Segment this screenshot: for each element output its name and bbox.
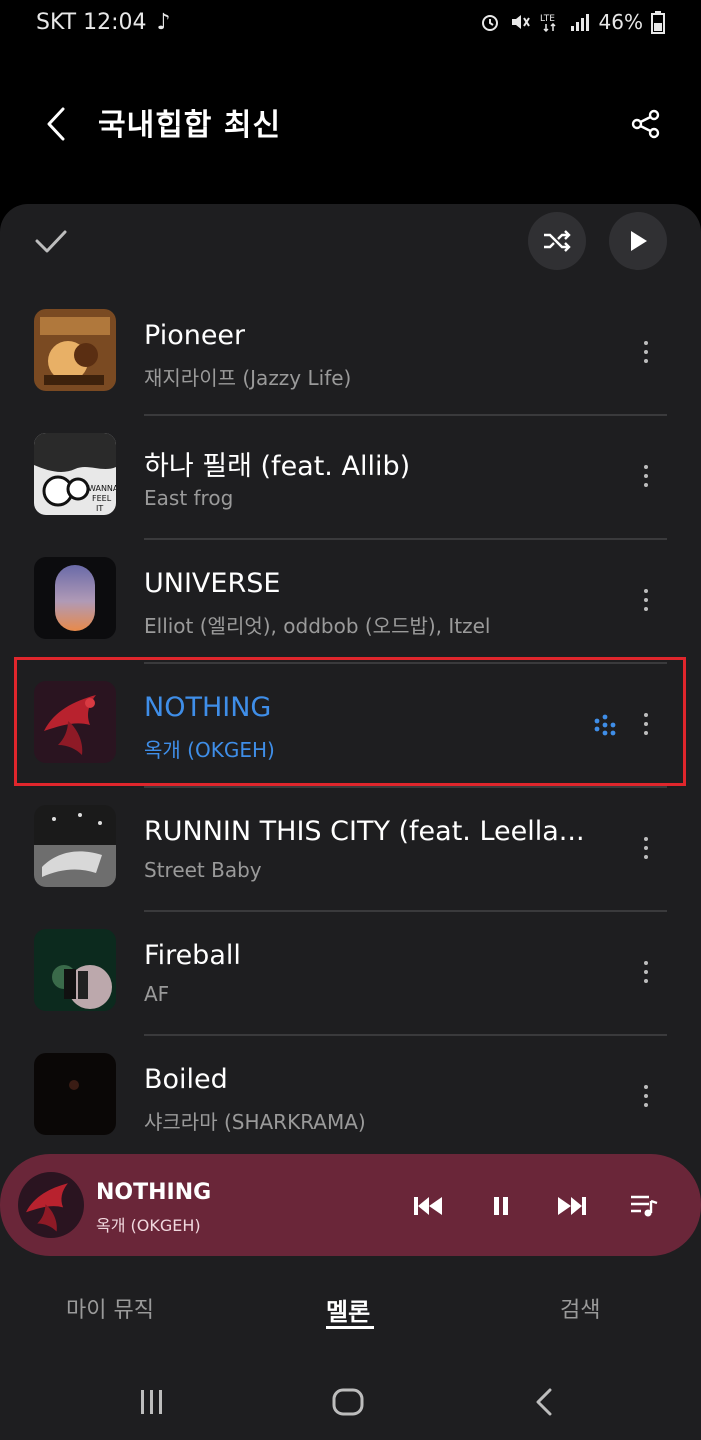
home-button[interactable] xyxy=(326,1380,370,1424)
tab-my-music[interactable]: 마이 뮤직 xyxy=(66,1292,154,1324)
album-art xyxy=(34,557,116,639)
signal-icon xyxy=(570,14,589,31)
more-options-button[interactable] xyxy=(632,952,660,992)
panel-toolbar xyxy=(0,204,701,284)
mute-icon xyxy=(511,15,530,29)
song-list: Pioneer 재지라이프 (Jazzy Life) WANNA FEEL IT 하… xyxy=(0,292,701,1160)
recent-apps-icon xyxy=(141,1390,162,1414)
shuffle-button[interactable] xyxy=(528,212,586,270)
song-item-pioneer[interactable]: Pioneer 재지라이프 (Jazzy Life) xyxy=(0,292,701,416)
song-artist: 샤크라마 (SHARKRAMA) xyxy=(144,1110,366,1134)
svg-text:IT: IT xyxy=(96,504,103,513)
share-icon xyxy=(631,109,660,139)
now-playing-icon xyxy=(594,714,616,736)
more-options-button[interactable] xyxy=(632,828,660,868)
alarm-icon xyxy=(481,15,498,31)
tab-search[interactable]: 검색 xyxy=(560,1292,600,1324)
song-title: Boiled xyxy=(144,1064,228,1095)
back-nav-button[interactable] xyxy=(522,1380,566,1424)
song-artist: East frog xyxy=(144,486,234,510)
song-title: NOTHING xyxy=(144,692,272,723)
pause-icon xyxy=(494,1197,508,1215)
check-icon xyxy=(35,230,67,253)
song-artist: Elliot (엘리엇), oddbob (오드밥), Itzel xyxy=(144,614,491,638)
svg-text:LTE: LTE xyxy=(540,14,555,24)
battery-level: 46% xyxy=(598,10,643,34)
album-art xyxy=(34,929,116,1011)
pause-button[interactable] xyxy=(481,1186,521,1226)
album-art xyxy=(34,681,116,763)
share-button[interactable] xyxy=(626,104,666,144)
shuffle-icon xyxy=(544,230,571,252)
playlist-queue-button[interactable] xyxy=(624,1186,664,1226)
more-options-button[interactable] xyxy=(632,704,660,744)
page-title: 국내힙합 최신 xyxy=(98,108,282,143)
song-title: UNIVERSE xyxy=(144,568,281,599)
mini-player-artist: 옥개 (OKGEH) xyxy=(96,1216,201,1235)
home-icon xyxy=(332,1388,364,1416)
album-art xyxy=(34,309,116,391)
song-artist: Street Baby xyxy=(144,858,262,882)
mini-player-album-art xyxy=(18,1172,84,1238)
svg-text:FEEL: FEEL xyxy=(92,494,112,503)
next-button[interactable] xyxy=(552,1186,592,1226)
song-artist: 재지라이프 (Jazzy Life) xyxy=(144,366,352,390)
album-art xyxy=(34,805,116,887)
tab-melon[interactable]: 멜론 xyxy=(326,1292,370,1327)
select-all-button[interactable] xyxy=(30,220,72,262)
album-art xyxy=(34,1053,116,1135)
song-title: 하나 필래 (feat. Allib) xyxy=(144,451,411,482)
skip-previous-icon xyxy=(414,1197,442,1215)
status-bar: SKT 12:04 ♪ LTE 46% xyxy=(0,0,701,44)
previous-button[interactable] xyxy=(408,1186,448,1226)
song-item-universe[interactable]: UNIVERSE Elliot (엘리엇), oddbob (오드밥), Itz… xyxy=(0,540,701,664)
music-note-icon: ♪ xyxy=(156,9,171,35)
play-icon xyxy=(631,231,647,251)
song-item-hana-pillae[interactable]: WANNA FEEL IT 하나 필래 (feat. Allib) East fro… xyxy=(0,416,701,540)
back-icon xyxy=(536,1388,552,1416)
more-options-button[interactable] xyxy=(632,1076,660,1116)
song-title: RUNNIN THIS CITY (feat. Leella... xyxy=(144,816,585,847)
play-all-button[interactable] xyxy=(609,212,667,270)
song-artist: 옥개 (OKGEH) xyxy=(144,738,275,762)
active-tab-indicator xyxy=(326,1326,374,1329)
carrier-time: SKT 12:04 xyxy=(36,9,147,35)
mini-player-title: NOTHING xyxy=(96,1180,212,1205)
recent-apps-button[interactable] xyxy=(130,1380,174,1424)
song-item-runnin-this-city[interactable]: RUNNIN THIS CITY (feat. Leella... Street… xyxy=(0,788,701,912)
chevron-left-icon xyxy=(47,107,65,141)
song-item-boiled[interactable]: Boiled 샤크라마 (SHARKRAMA) xyxy=(0,1036,701,1160)
queue-music-icon xyxy=(631,1195,658,1217)
header: 국내힙합 최신 xyxy=(0,88,701,160)
song-item-fireball[interactable]: Fireball AF xyxy=(0,912,701,1036)
lte-icon: LTE xyxy=(540,14,556,33)
mini-player[interactable]: NOTHING 옥개 (OKGEH) xyxy=(0,1154,701,1256)
svg-text:WANNA: WANNA xyxy=(88,484,116,493)
song-item-nothing[interactable]: NOTHING 옥개 (OKGEH) xyxy=(0,664,701,788)
bottom-tab-bar: 마이 뮤직 멜론 검색 xyxy=(0,1276,701,1346)
skip-next-icon xyxy=(558,1197,586,1215)
more-options-button[interactable] xyxy=(632,456,660,496)
more-options-button[interactable] xyxy=(632,580,660,620)
battery-icon xyxy=(651,11,665,34)
system-nav-bar xyxy=(0,1362,701,1440)
song-title: Fireball xyxy=(144,940,241,971)
more-options-button[interactable] xyxy=(632,332,660,372)
back-button[interactable] xyxy=(36,104,76,144)
album-art: WANNA FEEL IT xyxy=(34,433,116,515)
song-title: Pioneer xyxy=(144,320,246,351)
song-artist: AF xyxy=(144,982,170,1006)
